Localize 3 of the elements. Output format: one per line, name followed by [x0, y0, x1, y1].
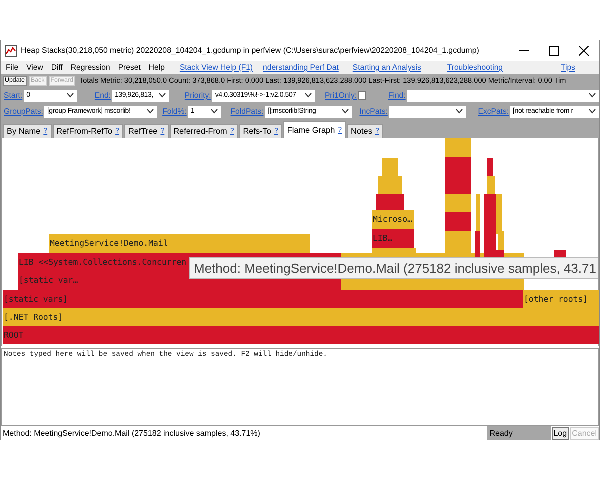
status-state: Ready	[486, 426, 551, 440]
status-message: Method: MeetingService!Demo.Mail (275182 inclusive samples, 43.71%)	[2, 428, 262, 438]
tooltip: Method: MeetingService!Demo.Mail (275182 inclusive samples, 43.71	[189, 257, 598, 279]
